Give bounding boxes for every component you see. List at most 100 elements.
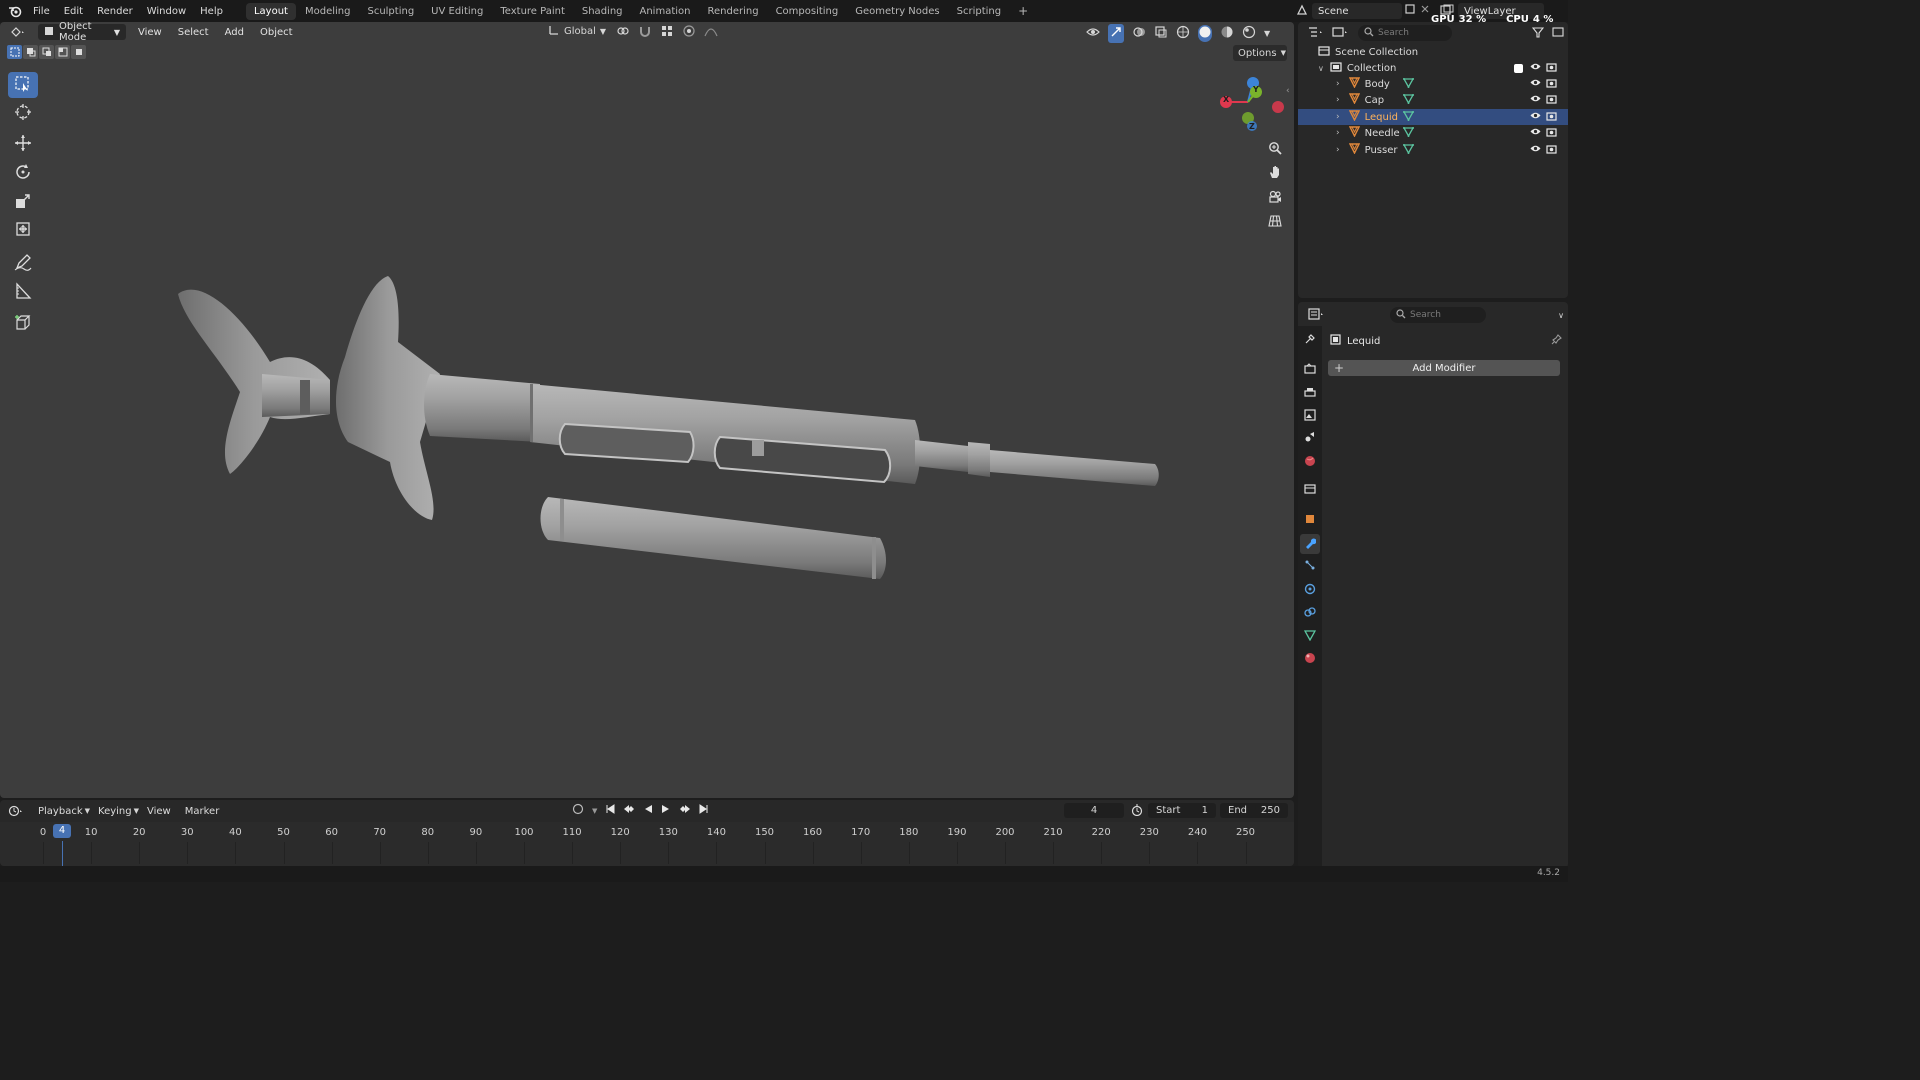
display-mode-icon[interactable] <box>1332 26 1350 41</box>
tab-sculpting[interactable]: Sculpting <box>359 3 422 20</box>
scene-name-field[interactable]: Scene <box>1312 3 1402 19</box>
jump-end-icon[interactable] <box>699 804 709 817</box>
blender-logo-icon[interactable] <box>4 0 26 22</box>
mesh-data-icon[interactable] <box>1402 93 1414 107</box>
exclude-checkbox[interactable] <box>1514 63 1523 73</box>
next-keyframe-icon[interactable] <box>679 804 691 817</box>
menu-edit[interactable]: Edit <box>57 6 90 17</box>
add-workspace-button[interactable]: + <box>1010 1 1036 21</box>
playhead-line[interactable] <box>62 841 63 866</box>
chevron-down-icon[interactable]: ∨ <box>1558 311 1564 320</box>
needle-mesh[interactable] <box>915 440 1159 486</box>
jump-start-icon[interactable] <box>605 804 615 817</box>
new-scene-icon[interactable] <box>1404 3 1416 18</box>
outliner-editor-icon[interactable] <box>1308 26 1324 41</box>
menu-file[interactable]: File <box>26 6 57 17</box>
stopwatch-icon[interactable] <box>1131 804 1143 819</box>
outliner-search-field[interactable]: Search <box>1358 25 1452 41</box>
body-mesh[interactable] <box>335 276 921 520</box>
tab-particles[interactable] <box>1300 556 1320 576</box>
eye-icon[interactable] <box>1530 94 1541 106</box>
tab-tool[interactable] <box>1300 330 1320 350</box>
tab-compositing[interactable]: Compositing <box>768 3 847 20</box>
current-frame-field[interactable]: 4 <box>1064 803 1124 818</box>
pusser-mesh[interactable] <box>178 289 330 474</box>
3d-viewport[interactable]: Object Mode ▼ View Select Add Object Glo… <box>0 22 1294 798</box>
camera-render-icon[interactable] <box>1546 94 1557 107</box>
auto-keying-icon[interactable] <box>572 803 584 818</box>
pin-icon[interactable] <box>1551 334 1562 348</box>
tab-uv-editing[interactable]: UV Editing <box>423 3 491 20</box>
tab-constraints[interactable] <box>1300 603 1320 623</box>
tab-scene[interactable] <box>1300 428 1320 448</box>
cap-mesh[interactable] <box>540 497 887 579</box>
collection-row[interactable]: ∨ Collection <box>1298 60 1568 76</box>
tab-render[interactable] <box>1300 360 1320 380</box>
tab-modifiers[interactable] <box>1300 534 1320 554</box>
playhead-frame-badge[interactable]: 4 <box>53 824 71 838</box>
eye-icon[interactable] <box>1530 62 1541 74</box>
tab-shading[interactable]: Shading <box>574 3 631 20</box>
menu-window[interactable]: Window <box>140 6 193 17</box>
tab-rendering[interactable]: Rendering <box>699 3 766 20</box>
eye-icon[interactable] <box>1530 127 1541 139</box>
tab-physics[interactable] <box>1300 580 1320 600</box>
chevron-right-icon[interactable]: › <box>1336 128 1340 138</box>
mesh-data-icon[interactable] <box>1402 143 1414 157</box>
tab-layout[interactable]: Layout <box>245 2 296 20</box>
chevron-down-icon[interactable]: ▼ <box>592 807 597 815</box>
chevron-right-icon[interactable]: › <box>1336 145 1340 155</box>
mesh-data-icon[interactable] <box>1402 110 1414 124</box>
tab-scripting[interactable]: Scripting <box>949 3 1009 20</box>
menu-render[interactable]: Render <box>90 6 140 17</box>
tab-modeling[interactable]: Modeling <box>297 3 359 20</box>
menu-timeline-view[interactable]: View <box>141 806 177 817</box>
outliner-object-row[interactable]: › Needle <box>1298 125 1568 141</box>
tab-animation[interactable]: Animation <box>632 3 699 20</box>
tab-geometry-nodes[interactable]: Geometry Nodes <box>847 3 947 20</box>
eye-icon[interactable] <box>1530 111 1541 123</box>
filter-icon[interactable] <box>1531 26 1545 41</box>
play-reverse-icon[interactable] <box>643 804 653 817</box>
camera-render-icon[interactable] <box>1546 127 1557 140</box>
camera-render-icon[interactable] <box>1546 78 1557 91</box>
tab-world[interactable] <box>1300 452 1320 472</box>
camera-render-icon[interactable] <box>1546 62 1557 75</box>
prev-keyframe-icon[interactable] <box>623 804 635 817</box>
add-modifier-button[interactable]: + Add Modifier <box>1328 360 1560 376</box>
mesh-data-icon[interactable] <box>1402 126 1414 140</box>
camera-render-icon[interactable] <box>1546 144 1557 157</box>
camera-render-icon[interactable] <box>1546 111 1557 124</box>
start-frame-field[interactable]: Start 1 <box>1148 803 1216 818</box>
eye-icon[interactable] <box>1530 78 1541 90</box>
delete-scene-icon[interactable] <box>1419 3 1431 18</box>
outliner-object-row[interactable]: › Body <box>1298 76 1568 92</box>
scene-selector[interactable]: Scene <box>1296 3 1402 19</box>
tab-view-layer[interactable] <box>1300 406 1320 426</box>
properties-search-field[interactable]: Search <box>1390 307 1486 323</box>
eye-icon[interactable] <box>1530 144 1541 156</box>
tab-data[interactable] <box>1300 626 1320 646</box>
menu-playback[interactable]: Playback <box>32 806 89 817</box>
mesh-data-icon[interactable] <box>1402 77 1414 91</box>
chevron-right-icon[interactable]: › <box>1336 112 1340 122</box>
properties-editor-icon[interactable] <box>1308 307 1326 323</box>
menu-help[interactable]: Help <box>193 6 230 17</box>
chevron-right-icon[interactable]: › <box>1336 79 1340 89</box>
tab-collection[interactable] <box>1300 480 1320 500</box>
clock-editor-icon[interactable] <box>8 805 30 817</box>
3d-model[interactable] <box>0 22 1294 798</box>
tab-object[interactable] <box>1300 510 1320 530</box>
menu-keying[interactable]: Keying <box>92 806 138 817</box>
outliner-object-row[interactable]: › Cap <box>1298 92 1568 108</box>
tab-output[interactable] <box>1300 384 1320 404</box>
scene-collection-row[interactable]: Scene Collection <box>1298 44 1568 60</box>
chevron-down-icon[interactable]: ∨ <box>1318 64 1324 73</box>
tab-texture-paint[interactable]: Texture Paint <box>492 3 573 20</box>
tab-material[interactable] <box>1300 649 1320 669</box>
chevron-right-icon[interactable]: › <box>1336 95 1340 105</box>
play-icon[interactable] <box>661 804 671 817</box>
outliner-object-row[interactable]: › Pusser <box>1298 142 1568 158</box>
end-frame-field[interactable]: End 250 <box>1220 803 1288 818</box>
new-collection-icon[interactable] <box>1552 26 1564 41</box>
